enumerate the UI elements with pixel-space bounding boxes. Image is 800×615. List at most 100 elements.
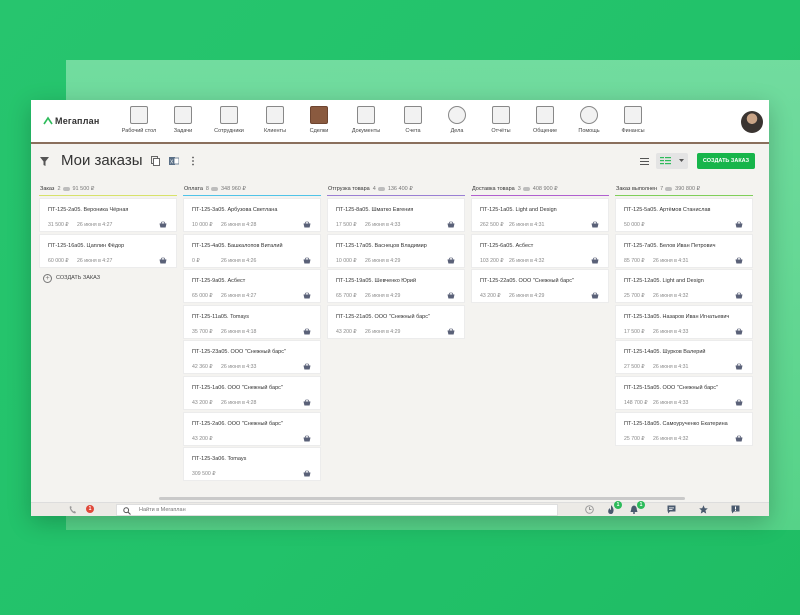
deals-icon (310, 106, 328, 124)
excel-export-icon[interactable]: X (169, 156, 179, 166)
basket-icon[interactable] (735, 363, 743, 370)
basket-icon[interactable] (735, 292, 743, 299)
basket-icon[interactable] (735, 256, 743, 264)
order-card[interactable]: ПТ-125-3а06. Tomays 309 500 ₽ (183, 447, 321, 482)
search-input[interactable] (139, 507, 539, 513)
star-icon[interactable] (699, 505, 708, 514)
phone-icon[interactable] (69, 505, 77, 514)
order-title: ПТ-125-18а05. Самоурученко Екатерина (624, 420, 728, 427)
order-card[interactable]: ПТ-125-1а06. ООО "Снежный барс" 43 200 ₽ 2… (183, 375, 321, 410)
order-card[interactable]: ПТ-125-18а05. Самоурученко Екатерина 25 7… (615, 411, 753, 446)
order-card[interactable]: ПТ-125-4а05. Башкалопов Виталий 0 ₽ 26 июн… (183, 233, 321, 268)
order-card[interactable]: ПТ-125-1а05. Light and Design 262 500 ₽ 26… (471, 198, 609, 232)
nav-item-label: Документы (351, 128, 381, 134)
order-card[interactable]: ПТ-125-15а05. ООО "Снежный барс" 148 700 … (615, 375, 753, 410)
basket-icon[interactable] (303, 292, 311, 299)
basket-icon[interactable] (159, 221, 167, 228)
nav-item-2[interactable]: Сотрудники (207, 106, 251, 134)
basket-icon[interactable] (735, 221, 743, 228)
basket-icon[interactable] (591, 256, 599, 264)
order-price: 42 360 ₽ (192, 364, 213, 371)
basket-icon[interactable] (447, 292, 455, 299)
copy-icon[interactable] (151, 156, 160, 166)
basket-icon[interactable] (447, 256, 455, 264)
search-box[interactable] (116, 504, 558, 516)
order-card[interactable]: ПТ-125-6а05. Асбест 103 200 ₽ 26 июня в 4:… (471, 233, 609, 268)
kanban-view-icon (660, 157, 671, 165)
order-price: 0 ₽ (192, 257, 200, 264)
list-view-icon[interactable] (640, 158, 649, 165)
message-icon[interactable] (667, 505, 676, 514)
basket-icon[interactable] (447, 328, 455, 335)
order-card[interactable]: ПТ-125-23а05. ООО "Снежный барс" 42 360 ₽… (183, 340, 321, 375)
nav-item-11[interactable]: Финансы (613, 106, 653, 134)
flag-icon[interactable] (731, 505, 740, 514)
clock-icon[interactable] (585, 505, 594, 514)
basket-icon[interactable] (303, 434, 311, 442)
basket-icon[interactable] (735, 328, 743, 335)
basket-icon[interactable] (303, 256, 311, 264)
kanban-view-toggle[interactable] (656, 153, 688, 169)
add-order-button[interactable]: + СОЗДАТЬ ЗАКАЗ (43, 273, 177, 283)
order-card[interactable]: ПТ-125-17а05. Васнецов Владимир 10 000 ₽ 2… (327, 233, 465, 268)
order-title: ПТ-125-2а05. Вероника Чёрная (48, 207, 129, 213)
nav-item-4[interactable]: Сделки (299, 106, 339, 134)
order-date: 26 июня в 4:29 (509, 293, 545, 300)
order-card[interactable]: ПТ-125-11а05. Tomays 35 700 ₽ 26 июня в 4:… (183, 304, 321, 339)
clients-icon (266, 106, 284, 124)
basket-icon[interactable] (735, 434, 743, 442)
column-name: Заказ (40, 186, 55, 192)
logo-text: Мегаплан (55, 116, 100, 126)
order-card[interactable]: ПТ-125-13а05. Назаров Иван Игнатьевич 17 … (615, 304, 753, 339)
order-title: ПТ-125-2а06. ООО "Снежный барс" (192, 420, 283, 427)
nav-item-8[interactable]: Отчёты (481, 106, 521, 134)
avatar[interactable] (741, 111, 763, 133)
basket-icon[interactable] (303, 470, 311, 477)
nav-item-0[interactable]: Рабочий стол (119, 106, 159, 134)
nav-item-label: Клиенты (263, 128, 287, 134)
order-card[interactable]: ПТ-125-8а05. Шматко Евгения 17 500 ₽ 26 ию… (327, 198, 465, 232)
order-card[interactable]: ПТ-125-5а05. Артёмов Станислав 50 000 ₽ (615, 198, 753, 232)
order-date: 26 июня в 4:26 (221, 257, 257, 264)
order-card[interactable]: ПТ-125-2а05. Вероника Чёрная 31 500 ₽ 26 и… (39, 198, 177, 232)
more-icon[interactable] (191, 156, 195, 166)
order-card[interactable]: ПТ-125-3а05. Арбузова Светлана 10 000 ₽ 26… (183, 198, 321, 232)
filter-icon[interactable] (40, 157, 49, 166)
horizontal-scrollbar[interactable] (159, 497, 685, 500)
basket-icon[interactable] (303, 221, 311, 228)
basket-icon[interactable] (591, 292, 599, 299)
basket-icon[interactable] (303, 399, 311, 406)
order-card[interactable]: ПТ-125-21а05. ООО "Снежный барс" 43 200 ₽… (327, 304, 465, 339)
order-card[interactable]: ПТ-125-14а05. Шурков Валерий 27 500 ₽ 26 и… (615, 340, 753, 375)
basket-icon[interactable] (591, 221, 599, 228)
order-card[interactable]: ПТ-125-7а05. Белов Иван Петрович 85 700 ₽… (615, 233, 753, 268)
basket-icon[interactable] (159, 256, 167, 264)
nav-item-1[interactable]: Задачи (163, 106, 203, 134)
order-card[interactable]: ПТ-125-2а06. ООО "Снежный барс" 43 200 ₽ (183, 411, 321, 446)
order-card[interactable]: ПТ-125-9а05. Асбест 65 000 ₽ 26 июня в 4:2… (183, 269, 321, 304)
nav-item-9[interactable]: Общение (525, 106, 565, 134)
order-price: 43 200 ₽ (480, 293, 501, 300)
order-card[interactable]: ПТ-125-12а05. Light and Design 25 700 ₽ 26… (615, 269, 753, 304)
nav-item-5[interactable]: Документы (343, 106, 389, 134)
order-title: ПТ-125-11а05. Tomays (192, 313, 250, 320)
basket-icon[interactable] (735, 399, 743, 406)
order-price: 43 200 ₽ (192, 435, 213, 442)
basket-icon[interactable] (447, 221, 455, 228)
order-title: ПТ-125-22а05. ООО "Снежный барс" (480, 278, 574, 285)
order-card[interactable]: ПТ-125-22а05. ООО "Снежный барс" 43 200 ₽… (471, 269, 609, 304)
order-card[interactable]: ПТ-125-16а05. Цаплин Фёдор 60 000 ₽ 26 июн… (39, 233, 177, 268)
money-icon (210, 187, 218, 191)
nav-item-3[interactable]: Клиенты (255, 106, 295, 134)
logo[interactable]: Мегаплан (43, 116, 99, 126)
basket-icon[interactable] (303, 328, 311, 335)
nav-item-10[interactable]: Помощь (569, 106, 609, 134)
tasks-icon (174, 106, 192, 124)
order-card[interactable]: ПТ-125-19а05. Шевченко Юрий 65 700 ₽ 26 ию… (327, 269, 465, 304)
column-name: Доставка товара (472, 186, 515, 192)
nav-item-6[interactable]: Счета (393, 106, 433, 134)
order-date: 26 июня в 4:27 (77, 257, 113, 264)
basket-icon[interactable] (303, 363, 311, 370)
nav-item-7[interactable]: Дела (437, 106, 477, 134)
create-order-button[interactable]: СОЗДАТЬ ЗАКАЗ (697, 153, 755, 169)
